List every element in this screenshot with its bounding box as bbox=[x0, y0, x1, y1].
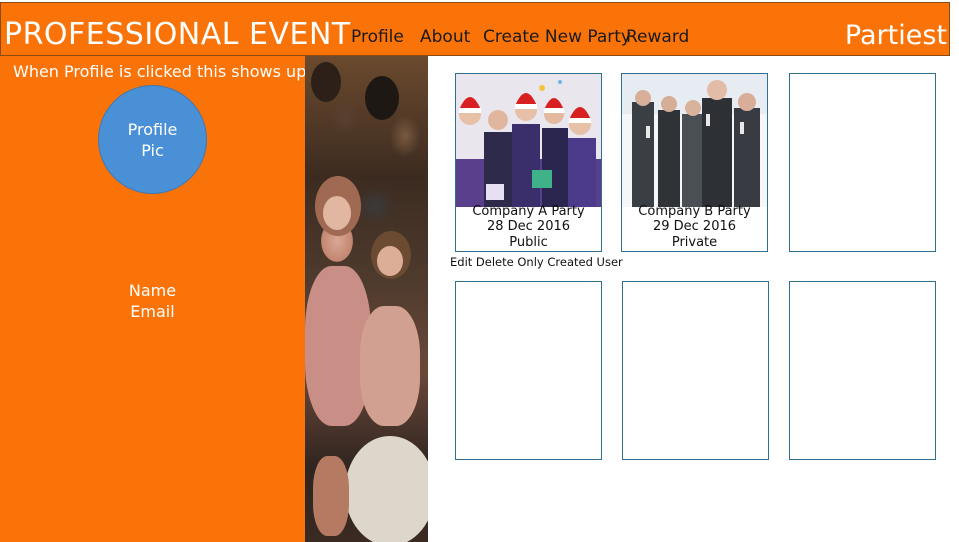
nav-about[interactable]: About bbox=[420, 27, 470, 47]
event-photo-christmas-party bbox=[456, 74, 601, 207]
app-name: Partiest bbox=[844, 20, 947, 51]
event-card-empty[interactable] bbox=[455, 281, 602, 460]
nav-create-new-party[interactable]: Create New Party bbox=[483, 27, 631, 47]
avatar-label-line1: Profile bbox=[127, 120, 178, 139]
brand-title: PROFESSIONAL EVENT bbox=[4, 17, 351, 52]
event-photo-illustration-a bbox=[456, 74, 601, 207]
event-card-empty[interactable] bbox=[622, 281, 769, 460]
event-photo-business-toast bbox=[622, 74, 767, 207]
event-date: 28 Dec 2016 bbox=[486, 219, 571, 234]
nav-profile[interactable]: Profile bbox=[351, 27, 404, 47]
event-details-company-a: Company A Party 28 Dec 2016 Public bbox=[456, 204, 601, 252]
profile-panel-note: When Profile is clicked this shows up bbox=[13, 62, 307, 81]
event-date: 29 Dec 2016 bbox=[652, 219, 737, 234]
top-header: PROFESSIONAL EVENT Profile About Create … bbox=[0, 2, 950, 56]
event-photo-illustration-b bbox=[622, 74, 767, 207]
event-title: Company B Party bbox=[638, 203, 751, 219]
profile-pic-avatar[interactable]: Profile Pic bbox=[98, 85, 207, 194]
event-card-empty[interactable] bbox=[789, 281, 936, 460]
avatar-label-line2: Pic bbox=[141, 141, 164, 160]
event-visibility: Private bbox=[671, 234, 718, 250]
event-details-company-b: Company B Party 29 Dec 2016 Private bbox=[622, 204, 767, 252]
user-info: Name Email bbox=[0, 280, 305, 322]
event-card-empty[interactable] bbox=[789, 73, 936, 252]
event-title: Company A Party bbox=[472, 203, 585, 219]
user-name: Name bbox=[128, 281, 177, 300]
user-email: Email bbox=[130, 302, 175, 321]
nav-reward[interactable]: Reward bbox=[626, 27, 689, 47]
event-card-company-a[interactable]: Company A Party 28 Dec 2016 Public bbox=[455, 73, 602, 252]
profile-panel: When Profile is clicked this shows up Pr… bbox=[0, 56, 307, 542]
event-visibility: Public bbox=[509, 234, 548, 250]
event-card-company-b[interactable]: Company B Party 29 Dec 2016 Private bbox=[621, 73, 768, 252]
party-crowd-photo bbox=[305, 56, 428, 542]
edit-delete-note: Edit Delete Only Created User bbox=[450, 255, 623, 269]
